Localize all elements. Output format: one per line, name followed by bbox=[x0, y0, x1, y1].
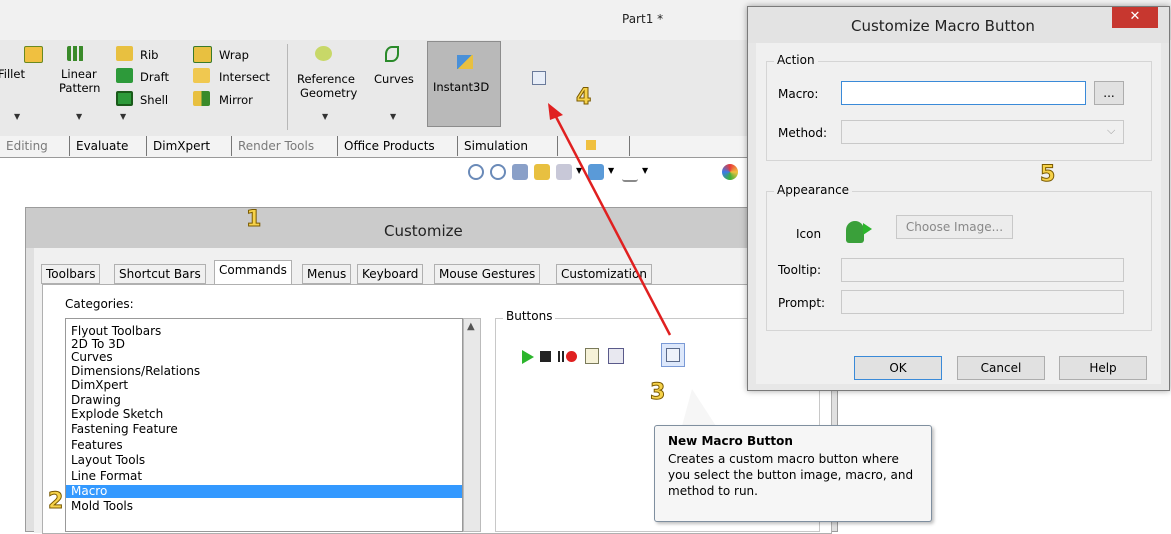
callout-number-5: 5 bbox=[1039, 162, 1056, 188]
arrow-head bbox=[548, 103, 563, 120]
callout-number-4: 4 bbox=[575, 85, 592, 111]
callout-number-2: 2 bbox=[47, 489, 64, 515]
arrow-shaft bbox=[552, 112, 672, 336]
callout-number-3: 3 bbox=[649, 380, 666, 406]
callout-arrow bbox=[548, 103, 672, 336]
callout-number-1: 1 bbox=[245, 207, 262, 233]
